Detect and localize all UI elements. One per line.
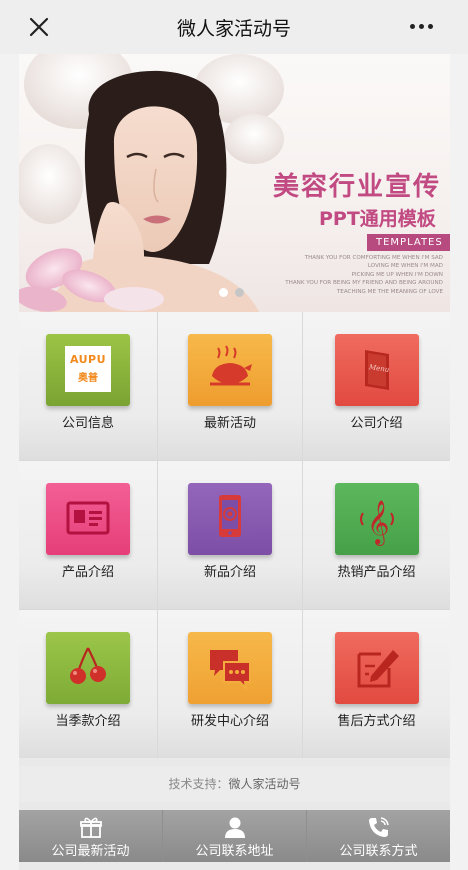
banner-title: 美容行业宣传 xyxy=(273,172,442,202)
tech-support-footer: 技术支持：微人家活动号 xyxy=(19,766,450,802)
grid-item-best-sellers[interactable]: 𝄞 热销产品介绍 xyxy=(303,461,450,609)
grid-item-company-intro[interactable]: Menu 公司介绍 xyxy=(303,312,450,460)
banner-quotes: THANK YOU FOR COMFORTING ME WHEN I'M SAD… xyxy=(267,254,443,296)
grid-item-rnd-center[interactable]: 研发中心介绍 xyxy=(158,610,302,758)
aupu-logo-subtext: 奥普 xyxy=(78,373,98,384)
support-value: 微人家活动号 xyxy=(228,777,301,791)
grid-item-label: 当季款介绍 xyxy=(55,714,121,729)
tab-label: 公司最新活动 xyxy=(51,844,130,859)
carousel-dot[interactable] xyxy=(235,288,244,297)
banner-subtitle: PPT通用模板 xyxy=(319,208,436,230)
banner-quote-line: THANK YOU FOR COMFORTING ME WHEN I'M SAD xyxy=(304,255,443,261)
carousel-dot[interactable] xyxy=(219,288,228,297)
id-card-icon xyxy=(46,483,130,555)
svg-text:𝄞: 𝄞 xyxy=(367,500,389,546)
nav-bar: 微人家活动号 xyxy=(0,0,468,54)
banner-quote-line: THANK YOU FOR BEING MY FRIEND AND BEING … xyxy=(285,280,443,287)
bottom-tab-bar: 公司最新活动 公司联系地址 公司联系方式 xyxy=(19,810,450,862)
grid-item-label: 产品介绍 xyxy=(61,565,114,580)
page-title: 微人家活动号 xyxy=(176,18,291,40)
banner-quote-line: PICKING ME UP WHEN I'M DOWN xyxy=(351,271,443,278)
grid-item-label: 售后方式介绍 xyxy=(337,714,416,729)
aupu-logo-text: AUPU xyxy=(69,353,107,366)
aupu-logo-icon: AUPU 奥普 xyxy=(46,334,130,406)
smartphone-icon xyxy=(188,483,272,555)
banner-carousel[interactable]: 美容行业宣传 PPT通用模板 TEMPLATES THANK YOU FOR C… xyxy=(19,54,450,312)
grid-item-label: 公司介绍 xyxy=(350,416,403,431)
grid-item-latest-events[interactable]: 最新活动 xyxy=(158,312,302,460)
tab-label: 公司联系地址 xyxy=(195,844,274,859)
person-icon xyxy=(224,817,245,838)
tab-contact-method[interactable]: 公司联系方式 xyxy=(307,810,450,862)
cherries-icon xyxy=(46,632,130,704)
grid-item-seasonal[interactable]: 当季款介绍 xyxy=(19,610,157,758)
banner-tag: TEMPLATES xyxy=(367,234,450,251)
grid-item-label: 热销产品介绍 xyxy=(337,565,416,580)
menu-grid: AUPU 奥普 公司信息 最新活动 Menu 公司介绍 产品介绍 新品介绍 𝄞 … xyxy=(19,312,450,758)
grid-item-products[interactable]: 产品介绍 xyxy=(19,461,157,609)
grid-item-label: 公司信息 xyxy=(61,416,114,431)
grid-item-company-info[interactable]: AUPU 奥普 公司信息 xyxy=(19,312,157,460)
tab-contact-address[interactable]: 公司联系地址 xyxy=(163,810,306,862)
treble-clef-icon: 𝄞 xyxy=(334,483,419,555)
more-icon[interactable] xyxy=(410,24,434,32)
page-content: 美容行业宣传 PPT通用模板 TEMPLATES THANK YOU FOR C… xyxy=(19,54,450,870)
banner-quote-line: LOVING ME WHEN I'M MAD xyxy=(367,263,443,270)
grid-item-label: 最新活动 xyxy=(203,416,256,431)
banner-quote-line: TEACHING ME THE MEANING OF LOVE xyxy=(336,288,443,295)
grid-item-after-sales[interactable]: 售后方式介绍 xyxy=(303,610,450,758)
tab-label: 公司联系方式 xyxy=(339,844,418,859)
gift-icon xyxy=(79,817,102,838)
support-label: 技术支持： xyxy=(168,777,229,791)
roast-chicken-icon xyxy=(188,334,272,406)
grid-item-new-products[interactable]: 新品介绍 xyxy=(158,461,302,609)
aupu-logo-box: AUPU 奥普 xyxy=(65,346,111,392)
chat-bubbles-icon xyxy=(188,632,272,704)
grid-item-label: 新品介绍 xyxy=(203,565,256,580)
tab-latest-events[interactable]: 公司最新活动 xyxy=(19,810,162,862)
phone-icon xyxy=(368,817,389,837)
menu-book-icon: Menu xyxy=(334,334,419,406)
grid-item-label: 研发中心介绍 xyxy=(190,714,269,729)
edit-note-icon xyxy=(334,632,419,704)
